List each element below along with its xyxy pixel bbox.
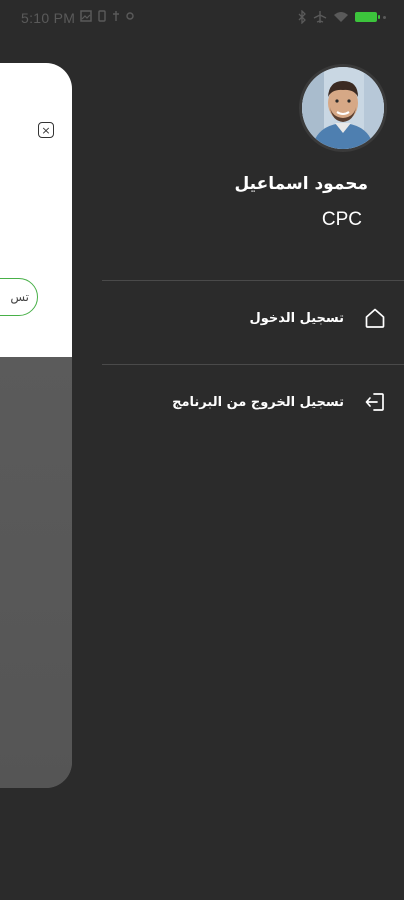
notification-icon: [113, 11, 119, 21]
status-left-icons: [80, 10, 134, 22]
user-name: محمود اسماعيل: [234, 174, 368, 194]
login-button-label: تس: [10, 290, 29, 304]
close-button[interactable]: ×: [38, 122, 54, 138]
menu-item-login-label: تسجيل الدخول: [249, 310, 344, 326]
avatar: [299, 64, 387, 152]
status-right-icons: [297, 10, 386, 24]
wifi-icon: [334, 12, 348, 22]
user-role: CPC: [321, 209, 362, 230]
menu-divider-middle: [102, 364, 404, 365]
app-screen: 5:10 PM × تس محمود اسماعيل CPC تسجيل الد…: [0, 0, 404, 900]
status-bar: 5:10 PM: [0, 0, 404, 36]
bluetooth-icon: [298, 10, 306, 24]
logout-icon: [362, 389, 388, 415]
menu-item-logout[interactable]: تسجيل الخروج من البرنامج: [102, 380, 404, 424]
image-icon: [80, 10, 92, 22]
menu-divider-top: [102, 280, 404, 281]
menu-item-login[interactable]: تسجيل الدخول: [102, 296, 404, 340]
status-time: 5:10 PM: [21, 10, 76, 26]
notification-icon: [126, 12, 134, 20]
main-screen-bottom-panel: [0, 357, 72, 788]
airplane-icon: [313, 11, 327, 23]
menu-item-logout-label: تسجيل الخروج من البرنامج: [172, 394, 344, 410]
user-photo: [302, 67, 384, 149]
close-icon: ×: [41, 123, 51, 137]
notification-icon: [98, 10, 106, 22]
login-button[interactable]: تس: [0, 278, 38, 316]
main-screen-top-panel: × تس: [0, 63, 72, 357]
battery-icon: [355, 12, 380, 22]
home-icon: [362, 305, 388, 331]
signal-dot: [383, 15, 386, 19]
main-screen-card[interactable]: × تس: [0, 63, 72, 788]
